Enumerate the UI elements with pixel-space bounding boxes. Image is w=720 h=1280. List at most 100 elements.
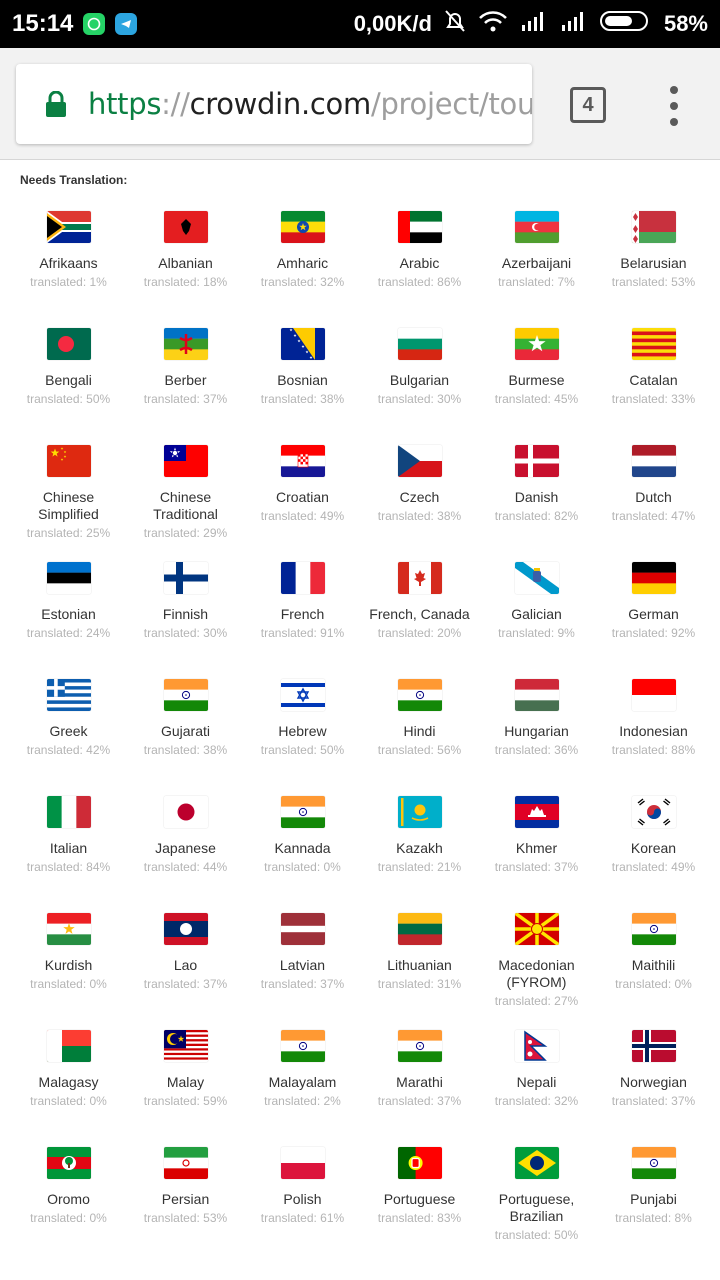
flag-icon [280, 445, 325, 477]
translation-progress: translated: 37% [611, 1094, 696, 1108]
language-item[interactable]: Estonian translated: 24% [10, 562, 127, 679]
language-item[interactable]: Danish translated: 82% [478, 445, 595, 562]
language-item[interactable]: Galician translated: 9% [478, 562, 595, 679]
language-item[interactable]: Malagasy translated: 0% [10, 1030, 127, 1147]
language-name: Azerbaijani [501, 255, 572, 271]
tab-switcher-button[interactable]: 4 [570, 87, 606, 123]
language-item[interactable]: Persian translated: 53% [127, 1147, 244, 1264]
flag-icon [46, 679, 91, 711]
language-name: Persian [161, 1191, 210, 1207]
language-name: Chinese Simplified [38, 489, 99, 522]
language-item[interactable]: Gujarati translated: 38% [127, 679, 244, 796]
section-heading: Needs Translation: [20, 173, 128, 187]
language-item[interactable]: Polish translated: 61% [244, 1147, 361, 1264]
address-bar[interactable]: https://crowdin.com/project/touch [16, 64, 532, 144]
language-item[interactable]: Catalan translated: 33% [595, 328, 712, 445]
language-item[interactable]: Macedonian (FYROM) translated: 27% [478, 913, 595, 1030]
translation-progress: translated: 2% [264, 1094, 341, 1108]
language-item[interactable]: Chinese Traditional translated: 29% [127, 445, 244, 562]
flag-icon [163, 679, 208, 711]
language-name: Czech [399, 489, 440, 505]
language-item[interactable]: Oromo translated: 0% [10, 1147, 127, 1264]
language-name: Arabic [399, 255, 440, 271]
language-item[interactable]: Kurdish translated: 0% [10, 913, 127, 1030]
language-name: Dutch [635, 489, 672, 505]
language-item[interactable]: Bulgarian translated: 30% [361, 328, 478, 445]
language-item[interactable]: Marathi translated: 37% [361, 1030, 478, 1147]
language-item[interactable]: Hindi translated: 56% [361, 679, 478, 796]
language-name: Burmese [508, 372, 565, 388]
translation-progress: translated: 9% [498, 626, 575, 640]
language-item[interactable]: Finnish translated: 30% [127, 562, 244, 679]
language-item[interactable]: Malay translated: 59% [127, 1030, 244, 1147]
language-item[interactable]: Dutch translated: 47% [595, 445, 712, 562]
language-item[interactable]: Croatian translated: 49% [244, 445, 361, 562]
language-item[interactable]: Norwegian translated: 37% [595, 1030, 712, 1147]
language-item[interactable]: Kazakh translated: 21% [361, 796, 478, 913]
flag-icon [397, 913, 442, 945]
translation-progress: translated: 38% [143, 743, 228, 757]
translation-progress: translated: 50% [26, 392, 111, 406]
language-item[interactable]: Amharic translated: 32% [244, 211, 361, 328]
language-item[interactable]: Nepali translated: 32% [478, 1030, 595, 1147]
language-item[interactable]: Czech translated: 38% [361, 445, 478, 562]
language-item[interactable]: German translated: 92% [595, 562, 712, 679]
translation-progress: translated: 49% [260, 509, 345, 523]
language-name: Belarusian [620, 255, 687, 271]
flag-icon [397, 796, 442, 828]
overflow-menu-icon[interactable] [664, 86, 684, 126]
whatsapp-icon [83, 13, 106, 35]
flag-icon [280, 211, 325, 243]
translation-progress: translated: 20% [377, 626, 462, 640]
language-item[interactable]: Lithuanian translated: 31% [361, 913, 478, 1030]
language-name: Portuguese, Brazilian [498, 1191, 575, 1224]
language-item[interactable]: Maithili translated: 0% [595, 913, 712, 1030]
language-item[interactable]: French translated: 91% [244, 562, 361, 679]
language-name: Galician [511, 606, 562, 622]
language-item[interactable]: Belarusian translated: 53% [595, 211, 712, 328]
translation-progress: translated: 0% [30, 1211, 107, 1225]
flag-icon [631, 913, 676, 945]
language-item[interactable]: Arabic translated: 86% [361, 211, 478, 328]
language-item[interactable]: Punjabi translated: 8% [595, 1147, 712, 1264]
telegram-icon [115, 13, 138, 35]
translation-progress: translated: 49% [611, 860, 696, 874]
flag-icon [397, 1030, 442, 1062]
language-item[interactable]: Korean translated: 49% [595, 796, 712, 913]
language-item[interactable]: Portuguese, Brazilian translated: 50% [478, 1147, 595, 1264]
language-item[interactable]: Hebrew translated: 50% [244, 679, 361, 796]
language-name: Kannada [274, 840, 331, 856]
language-item[interactable]: Malayalam translated: 2% [244, 1030, 361, 1147]
language-item[interactable]: Hungarian translated: 36% [478, 679, 595, 796]
network-speed: 0,00K/d [353, 11, 432, 36]
language-item[interactable]: Burmese translated: 45% [478, 328, 595, 445]
status-indicators: 0,00K/d 58% [354, 9, 708, 39]
language-item[interactable]: Portuguese translated: 83% [361, 1147, 478, 1264]
language-item[interactable]: Afrikaans translated: 1% [10, 211, 127, 328]
translation-progress: translated: 50% [260, 743, 345, 757]
language-item[interactable]: Greek translated: 42% [10, 679, 127, 796]
language-item[interactable]: Lao translated: 37% [127, 913, 244, 1030]
translation-progress: translated: 59% [143, 1094, 228, 1108]
language-item[interactable]: Kannada translated: 0% [244, 796, 361, 913]
language-item[interactable]: Bengali translated: 50% [10, 328, 127, 445]
translation-progress: translated: 92% [611, 626, 696, 640]
language-item[interactable]: Italian translated: 84% [10, 796, 127, 913]
flag-icon [397, 211, 442, 243]
language-item[interactable]: Berber translated: 37% [127, 328, 244, 445]
language-item[interactable]: Chinese Simplified translated: 25% [10, 445, 127, 562]
language-name: Croatian [276, 489, 329, 505]
language-item[interactable]: Azerbaijani translated: 7% [478, 211, 595, 328]
language-item[interactable]: Latvian translated: 37% [244, 913, 361, 1030]
language-item[interactable]: Khmer translated: 37% [478, 796, 595, 913]
language-item[interactable]: Indonesian translated: 88% [595, 679, 712, 796]
translation-progress: translated: 29% [143, 526, 228, 540]
flag-icon [397, 1147, 442, 1179]
flag-icon [280, 562, 325, 594]
language-item[interactable]: Albanian translated: 18% [127, 211, 244, 328]
language-item[interactable]: Bosnian translated: 38% [244, 328, 361, 445]
language-item[interactable]: French, Canada translated: 20% [361, 562, 478, 679]
translation-progress: translated: 88% [611, 743, 696, 757]
translation-progress: translated: 7% [498, 275, 575, 289]
language-item[interactable]: Japanese translated: 44% [127, 796, 244, 913]
